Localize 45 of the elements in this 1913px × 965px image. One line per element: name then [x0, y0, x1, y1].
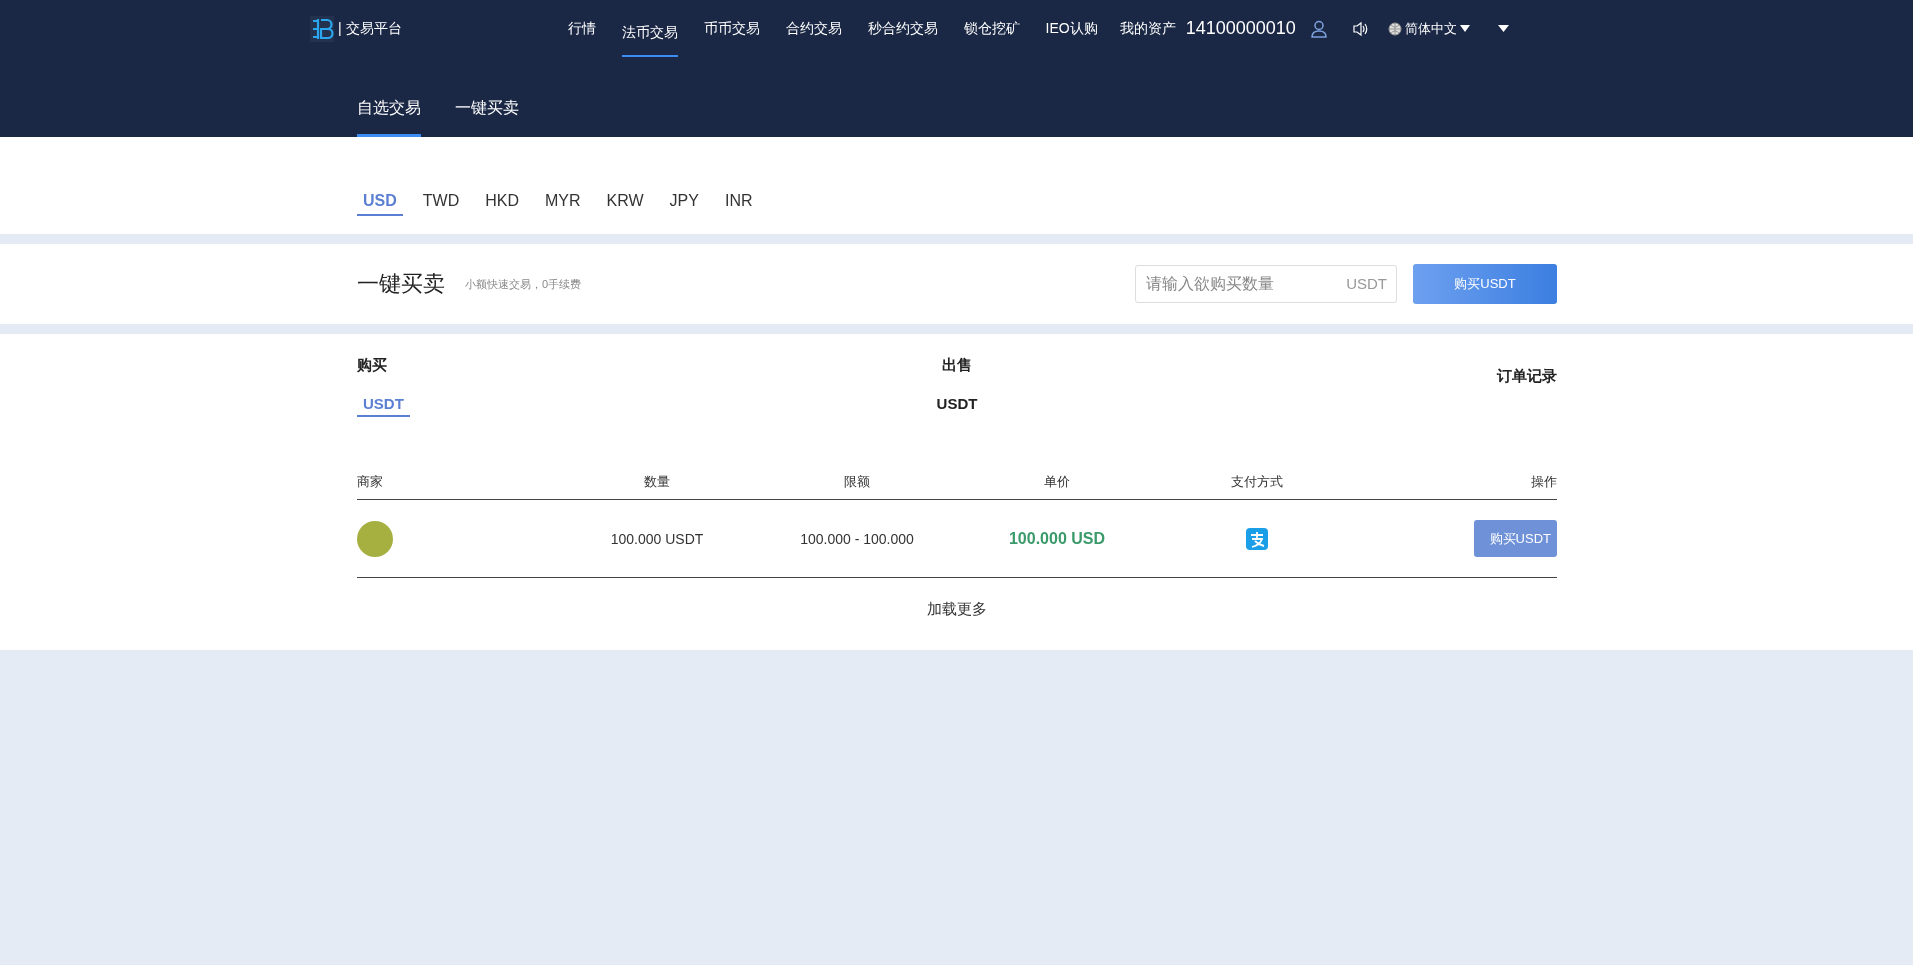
load-more-link[interactable]: 加载更多 [357, 600, 1557, 619]
account-number: 14100000010 [1185, 18, 1296, 39]
currency-tab[interactable]: TWD [416, 192, 466, 216]
nav-link[interactable]: 行情 [567, 0, 596, 57]
nav-link[interactable]: IEO认购 [1045, 0, 1098, 57]
brand-name: | 交易平台 [338, 19, 402, 38]
quantity-cell-text: 100.000 USDT [609, 530, 705, 547]
coin-tab[interactable]: USDT [930, 395, 984, 417]
payment-icon [1246, 527, 1268, 550]
nav-link[interactable]: 合约交易 [785, 0, 842, 57]
assets-link[interactable]: 我的资产 [1119, 19, 1176, 38]
price-cell-text: 100.000 USD [1007, 529, 1107, 548]
currency-tab[interactable]: INR [718, 192, 759, 216]
caret-icon[interactable] [1497, 25, 1509, 32]
side-heading: 购买 [357, 356, 388, 375]
currency-tab[interactable]: MYR [539, 192, 587, 216]
column-header: 数量 [643, 473, 671, 491]
column-header: 限额 [843, 473, 871, 491]
limit-cell-text: 100.000 - 100.000 [799, 530, 915, 547]
currency-tab[interactable]: HKD [479, 192, 525, 216]
language-selector[interactable]: 简体中文 [1387, 19, 1470, 38]
nav-link[interactable]: 币币交易 [703, 0, 760, 57]
column-header: 商家 [357, 473, 384, 491]
currency-tab[interactable]: USD [357, 192, 403, 216]
order-records-link[interactable]: 订单记录 [1497, 367, 1557, 386]
user-icon[interactable] [1309, 19, 1328, 38]
side-heading: 出售 [942, 356, 972, 375]
globe-icon [1387, 21, 1402, 36]
sub-tab[interactable]: 一键买卖 [455, 98, 519, 137]
column-header: 操作 [1530, 473, 1557, 491]
nav-link[interactable]: 锁仓挖矿 [963, 0, 1020, 57]
nav-link[interactable]: 法币交易 [621, 5, 678, 57]
coin-tab[interactable]: USDT [357, 395, 410, 417]
currency-tab[interactable]: KRW [600, 192, 650, 216]
nav-link[interactable]: 秒合约交易 [867, 0, 938, 57]
column-header: 单价 [1043, 473, 1071, 491]
logo-icon [310, 15, 334, 42]
section-subtitle: 小额快速交易，0手续费 [465, 276, 582, 292]
currency-tab[interactable]: JPY [663, 192, 705, 216]
speaker-icon[interactable] [1351, 20, 1368, 37]
unit-label: USDT [1346, 275, 1387, 292]
avatar-circle [357, 520, 393, 557]
section-title: 一键买卖 [357, 270, 445, 298]
column-header: 支付方式 [1230, 473, 1284, 491]
caret-icon [1459, 25, 1470, 32]
